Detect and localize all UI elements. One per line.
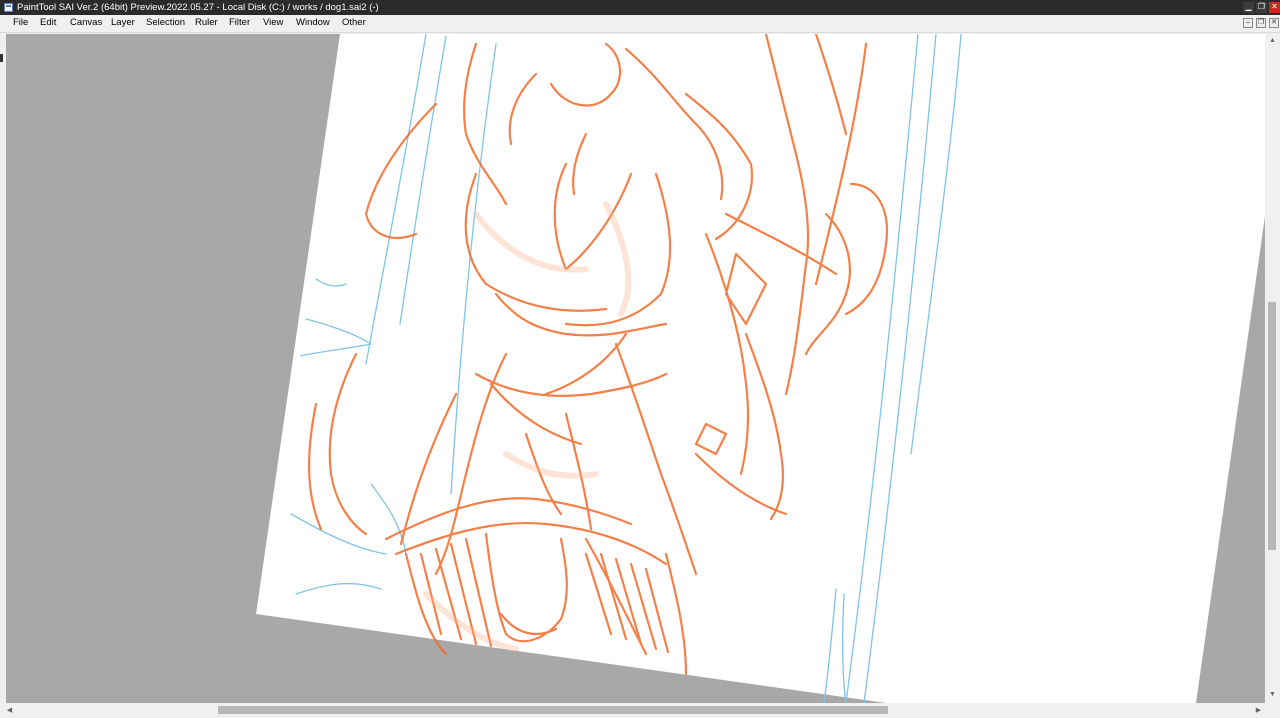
minimize-button[interactable]: ▁ xyxy=(1243,2,1254,13)
vertical-scroll-thumb[interactable] xyxy=(1268,302,1276,550)
menu-window[interactable]: Window xyxy=(296,15,330,32)
horizontal-scroll-thumb[interactable] xyxy=(218,706,888,714)
menu-selection[interactable]: Selection xyxy=(146,15,185,32)
edge-marker xyxy=(0,54,3,62)
document-close-button[interactable]: ✕ xyxy=(1269,18,1279,28)
menu-ruler[interactable]: Ruler xyxy=(195,15,218,32)
window-title: PaintTool SAI Ver.2 (64bit) Preview.2022… xyxy=(17,2,379,13)
vertical-scrollbar[interactable]: ▲ ▼ xyxy=(1265,34,1280,703)
scroll-up-button[interactable]: ▲ xyxy=(1268,36,1277,45)
document-restore-button[interactable]: ❐ xyxy=(1256,18,1266,28)
horizontal-scrollbar[interactable]: ◀ ▶ xyxy=(0,703,1280,718)
scroll-down-button[interactable]: ▼ xyxy=(1268,690,1277,699)
menu-edit[interactable]: Edit xyxy=(40,15,56,32)
menu-filter[interactable]: Filter xyxy=(229,15,250,32)
menu-file[interactable]: File xyxy=(13,15,28,32)
scroll-left-button[interactable]: ◀ xyxy=(5,706,14,715)
canvas-artwork[interactable] xyxy=(6,34,1265,703)
app-icon[interactable] xyxy=(4,3,13,12)
scroll-right-button[interactable]: ▶ xyxy=(1254,706,1263,715)
menu-canvas[interactable]: Canvas xyxy=(70,15,102,32)
menu-view[interactable]: View xyxy=(263,15,283,32)
close-button[interactable]: ✕ xyxy=(1269,2,1280,13)
canvas-paper[interactable] xyxy=(256,34,1265,703)
menu-bar: File Edit Canvas Layer Selection Ruler F… xyxy=(0,15,1280,33)
title-bar: PaintTool SAI Ver.2 (64bit) Preview.2022… xyxy=(0,0,1280,15)
maximize-button[interactable]: ❐ xyxy=(1256,2,1267,13)
document-minimize-button[interactable]: – xyxy=(1243,18,1253,28)
canvas-viewport[interactable] xyxy=(6,34,1265,703)
menu-other[interactable]: Other xyxy=(342,15,366,32)
menu-layer[interactable]: Layer xyxy=(111,15,135,32)
